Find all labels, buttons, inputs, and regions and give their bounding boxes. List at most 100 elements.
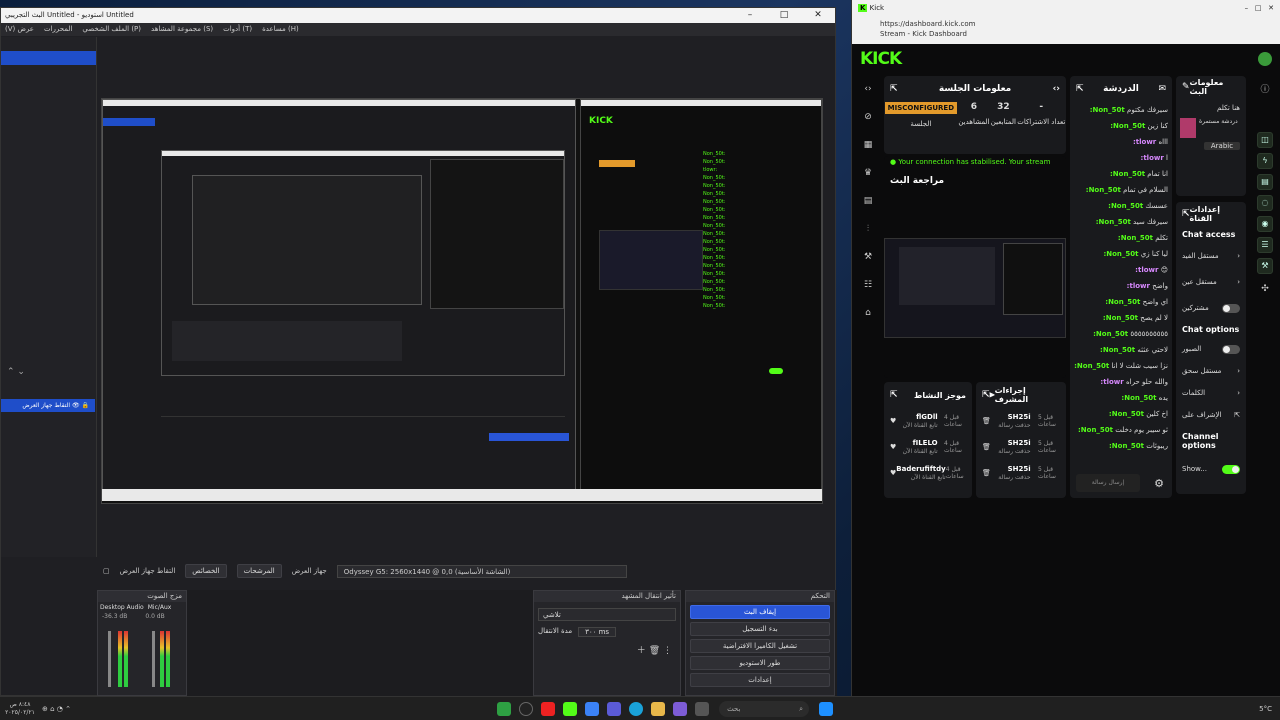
- open-external-icon[interactable]: ⇱: [982, 390, 990, 400]
- trash-icon[interactable]: 🗑: [649, 646, 660, 656]
- open-external-icon[interactable]: ⇱: [1182, 209, 1190, 219]
- start-recording-button[interactable]: بدء التسجيل: [690, 622, 830, 636]
- maximize-icon[interactable]: □: [1255, 4, 1262, 12]
- wrench-icon[interactable]: ⚒: [861, 252, 875, 266]
- chat-input[interactable]: إرسال رسالة: [1076, 474, 1140, 492]
- expand-icon[interactable]: ‹›: [861, 84, 875, 98]
- transition-select[interactable]: تلاشي: [538, 608, 676, 621]
- chat-text: لا لم يصح: [1140, 314, 1168, 322]
- obs-preview-canvas[interactable]: KICK Non_50t: Non_50t: tlowr: Non_50t: Non_5…: [101, 98, 823, 504]
- chat-option-row[interactable]: الصبور: [1176, 338, 1246, 360]
- building-icon[interactable]: ⌂: [861, 308, 875, 322]
- app-icon[interactable]: [695, 701, 710, 716]
- settings-gear-icon[interactable]: ⚙: [1154, 477, 1164, 490]
- chat-access-row[interactable]: مستقل الفيد ›: [1176, 243, 1246, 269]
- windows-start-icon[interactable]: [819, 701, 834, 716]
- more-icon[interactable]: ⋮: [663, 646, 672, 656]
- broadcast-icon[interactable]: ◉: [1257, 216, 1273, 232]
- address-bar[interactable]: https://dashboard.kick.com: [880, 19, 1252, 29]
- bolt-icon[interactable]: ϟ: [1257, 153, 1273, 169]
- language-badge: Arabic: [1204, 142, 1240, 150]
- volume-slider[interactable]: [152, 631, 155, 687]
- edge-icon[interactable]: [629, 701, 644, 716]
- studio-mode-button[interactable]: طور الاستوديو: [690, 656, 830, 670]
- expand-icon[interactable]: ‹›: [1053, 84, 1060, 94]
- chat-option-row[interactable]: مستقل سحق ›: [1176, 360, 1246, 382]
- open-external-icon[interactable]: ⇱: [890, 84, 898, 94]
- weather-widget[interactable]: 5°C: [1259, 705, 1280, 713]
- mod-action-row[interactable]: 🗑 SH25i حذفت رسالة قبل 5 ساعات: [976, 434, 1066, 460]
- camera-icon[interactable]: ◫: [1257, 132, 1273, 148]
- obs-icon[interactable]: [519, 701, 534, 716]
- settings-button[interactable]: إعدادات: [690, 673, 830, 687]
- chart-icon[interactable]: ⫶: [861, 224, 875, 238]
- apps-icon[interactable]: ✣: [1258, 284, 1272, 298]
- github-icon[interactable]: [497, 701, 512, 716]
- virtual-camera-button[interactable]: تشغيل الكاميرا الافتراضية: [690, 639, 830, 653]
- close-icon[interactable]: ✕: [801, 8, 835, 23]
- taskbar-search[interactable]: بحث ⌕: [719, 700, 810, 717]
- controls-title: التحكم: [686, 591, 834, 602]
- kick-app-icon[interactable]: [563, 701, 578, 716]
- properties-button[interactable]: الخصائص: [185, 564, 227, 578]
- display-select[interactable]: Odyssey G5: 2560x1440 @ 0,0 (الشاشة الأس…: [336, 564, 627, 578]
- menu-item[interactable]: مساعدة (H): [262, 23, 299, 36]
- add-icon[interactable]: ＋: [637, 646, 646, 656]
- menu-item[interactable]: مجموعة المشاهد (S): [151, 23, 213, 36]
- stop-stream-button[interactable]: إيقاف البث: [690, 605, 830, 619]
- app-icon[interactable]: [585, 701, 600, 716]
- avatar[interactable]: [1258, 52, 1272, 66]
- link-icon[interactable]: ⊘: [861, 112, 875, 126]
- app-icon[interactable]: [607, 701, 622, 716]
- edit-icon[interactable]: ✎: [1182, 82, 1190, 92]
- chat-username: Non_50t:: [1074, 362, 1110, 370]
- menu-item[interactable]: المحررات: [44, 23, 72, 36]
- wallet-icon[interactable]: ▤: [861, 196, 875, 210]
- mod-action-row[interactable]: 🗑 SH25i حذفت رسالة قبل 5 ساعات: [976, 460, 1066, 486]
- info-icon[interactable]: ⓘ: [1258, 82, 1272, 96]
- folder-icon[interactable]: [651, 701, 666, 716]
- scene-collapse-icons[interactable]: ⌃ ⌄: [7, 367, 25, 377]
- scene-selected[interactable]: [1, 51, 96, 65]
- activity-row[interactable]: ♥ flGDll تابع القناة الآن قبل 4 ساعات: [884, 408, 972, 434]
- clipboard-icon[interactable]: ▤: [1257, 174, 1273, 190]
- source-toolbar: ▢ التقاط جهاز العرض الخصائص المرشحات جها…: [97, 564, 837, 578]
- left-nav-rail: ‹› ⊘ ▦ ♛ ▤ ⫶ ⚒ ☷ ⌂: [858, 74, 878, 336]
- duration-input[interactable]: ٣٠٠ ms: [578, 627, 617, 637]
- chat-access-row[interactable]: مستقل عين ›: [1176, 269, 1246, 295]
- chat-option-row[interactable]: الكلمات ›: [1176, 382, 1246, 404]
- maximize-icon[interactable]: □: [767, 8, 801, 23]
- trophy-icon[interactable]: ♛: [861, 168, 875, 182]
- browser-tab-title[interactable]: Kick: [870, 4, 884, 12]
- chat-access-row[interactable]: مشتركين: [1176, 295, 1246, 321]
- source-item[interactable]: التقاط جهاز العرض 👁 🔒: [1, 399, 95, 412]
- open-external-icon[interactable]: ⇱: [1076, 84, 1084, 94]
- list-icon[interactable]: ☰: [1257, 237, 1273, 253]
- menu-item[interactable]: الملف الشخصي (P): [82, 23, 141, 36]
- activity-user: Baderufiftdy: [896, 465, 946, 473]
- minimize-icon[interactable]: –: [1245, 4, 1249, 12]
- youtube-icon[interactable]: [541, 701, 556, 716]
- mod-action-row[interactable]: 🗑 SH25i حذفت رسالة قبل 5 ساعات: [976, 408, 1066, 434]
- tray-icons[interactable]: ⊕ ⌂ ◔ ⌃: [42, 705, 71, 713]
- users-icon[interactable]: ☷: [861, 280, 875, 294]
- dashboard-icon[interactable]: ▦: [861, 140, 875, 154]
- chat-option-row[interactable]: الإشراف على ⇱: [1176, 404, 1246, 426]
- menu-item[interactable]: أدوات (T): [223, 23, 252, 36]
- app-icon[interactable]: [673, 701, 688, 716]
- minimize-icon[interactable]: –: [733, 8, 767, 23]
- activity-row[interactable]: ♥ fILELO تابع القناة الآن قبل 4 ساعات: [884, 434, 972, 460]
- show-toggle: [1222, 464, 1240, 474]
- kick-logo[interactable]: KICK: [860, 49, 902, 69]
- activity-row[interactable]: ♥ Baderufiftdy تابع القناة الآن قبل 4 ساعات: [884, 460, 972, 486]
- filters-button[interactable]: المرشحات: [236, 564, 282, 578]
- close-icon[interactable]: ✕: [1268, 4, 1274, 12]
- wrench-icon[interactable]: ⚒: [1257, 258, 1273, 274]
- show-row[interactable]: Show...: [1176, 456, 1246, 482]
- volume-slider[interactable]: [108, 631, 111, 687]
- stream-preview-video[interactable]: [884, 238, 1066, 338]
- open-external-icon[interactable]: ⇱: [890, 390, 898, 400]
- menu-item[interactable]: (V) عرض: [5, 23, 34, 36]
- chat-bubble-icon[interactable]: ◌: [1257, 195, 1273, 211]
- activity-user: fILELO: [912, 439, 938, 447]
